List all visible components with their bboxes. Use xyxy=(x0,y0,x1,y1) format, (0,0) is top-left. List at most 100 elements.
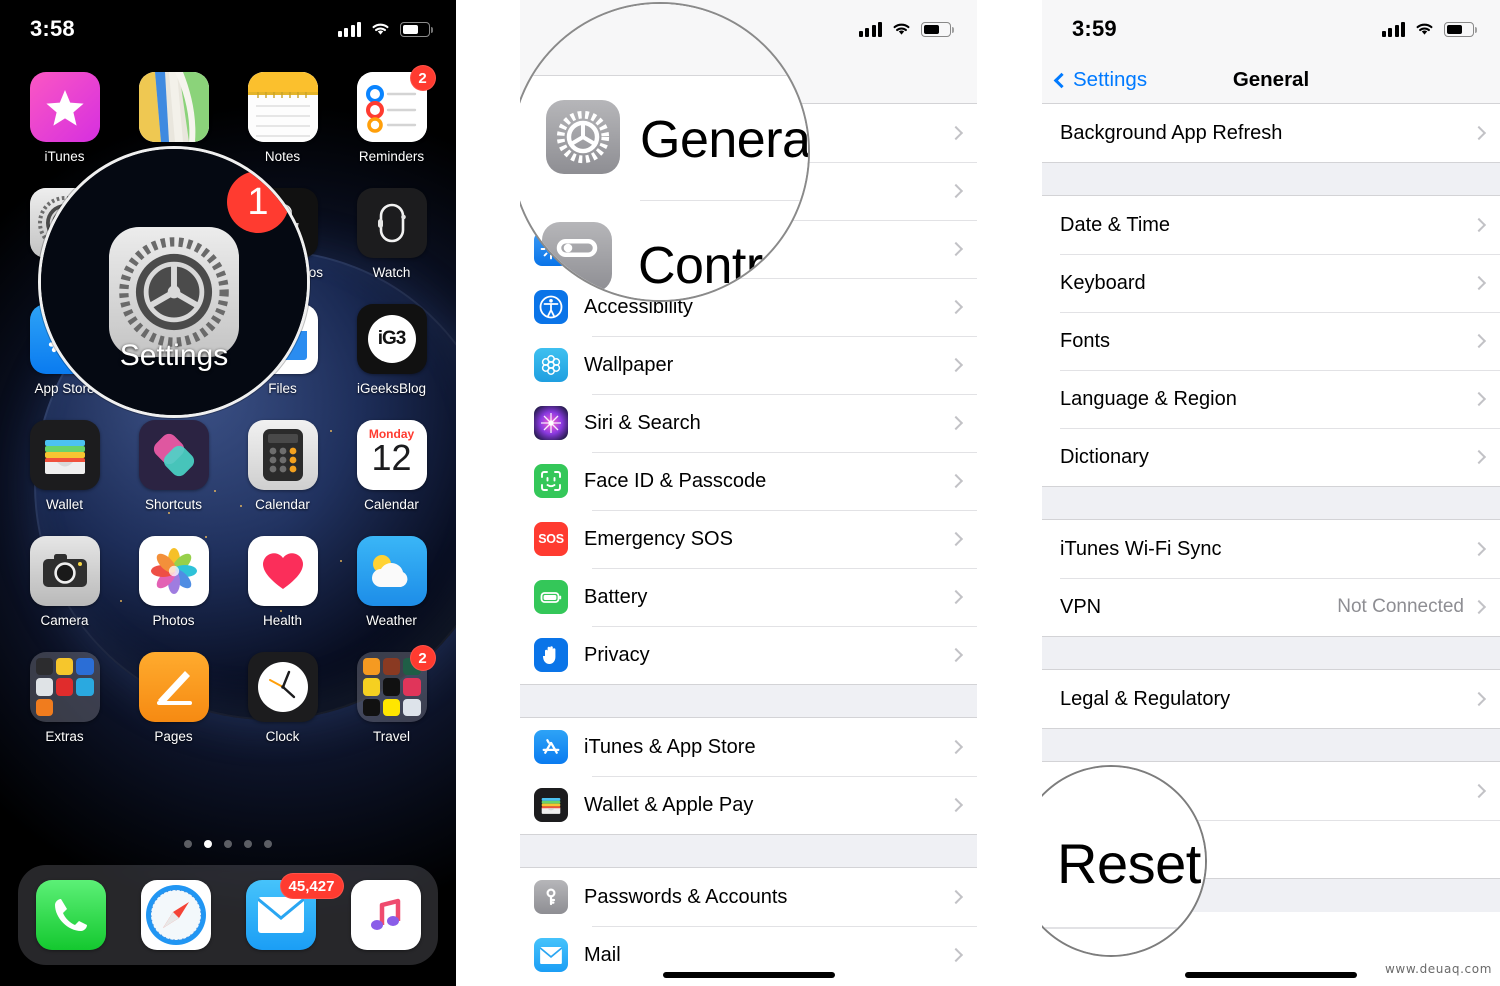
app-icon-reminders[interactable]: 2 Reminders xyxy=(337,65,446,164)
magnifier-row-label-2: Control Center xyxy=(638,237,803,300)
photos-icon xyxy=(138,536,209,606)
general-navbar: 3:59 Settings General xyxy=(1042,0,1500,104)
app-icon-photos[interactable]: Photos xyxy=(119,536,228,628)
status-time: 3:58 xyxy=(30,16,75,41)
app-icon-health[interactable]: Health xyxy=(228,536,337,628)
app-icon-wallet[interactable]: Wallet xyxy=(10,420,119,512)
general-row-date-time[interactable]: Date & Time xyxy=(1042,196,1500,254)
row-label: VPN xyxy=(1060,595,1102,618)
settings-gear-icon xyxy=(119,237,229,347)
row-label: Background App Refresh xyxy=(1060,121,1283,144)
chevron-right-icon xyxy=(1471,125,1487,141)
cellular-bars-icon xyxy=(858,21,882,37)
row-label: Dictionary xyxy=(1060,445,1149,468)
settings-row-emergency-sos[interactable]: SOS Emergency SOS xyxy=(520,510,977,568)
app-folder-extras[interactable]: Extras xyxy=(10,652,119,744)
music-icon[interactable] xyxy=(350,880,421,950)
safari-icon[interactable] xyxy=(140,880,211,950)
general-row-itunes-wifi-sync[interactable]: iTunes Wi-Fi Sync xyxy=(1042,520,1500,578)
app-icon-calculator[interactable]: Calendar xyxy=(228,420,337,512)
settings-row-battery[interactable]: Battery xyxy=(520,568,977,626)
page-indicator-dots[interactable] xyxy=(0,840,456,848)
calendar-day: 12 xyxy=(371,437,412,478)
magnifier-settings-app: 1 Settings xyxy=(38,146,310,418)
chevron-right-icon xyxy=(948,299,964,315)
general-row-language-region[interactable]: Language & Region xyxy=(1042,370,1500,428)
privacy-hand-icon xyxy=(534,638,568,672)
group-separator xyxy=(1042,486,1500,520)
group-separator xyxy=(520,684,977,718)
app-icon-clock[interactable]: Clock xyxy=(228,652,337,744)
app-icon-camera[interactable]: Camera xyxy=(10,536,119,628)
general-row-legal-regulatory[interactable]: Legal & Regulatory xyxy=(1042,670,1500,728)
general-row-background-app-refresh[interactable]: Background App Refresh xyxy=(1042,104,1500,162)
chevron-right-icon xyxy=(948,647,964,663)
app-icon-calendar[interactable]: Monday 12 Calendar xyxy=(337,420,446,512)
general-row-fonts[interactable]: Fonts xyxy=(1042,312,1500,370)
three-panel-tutorial-screenshot: 3:58 iTunes xyxy=(0,0,1500,986)
magnifier-badge: 1 xyxy=(227,171,289,233)
app-label: Pages xyxy=(154,729,193,744)
general-row-keyboard[interactable]: Keyboard xyxy=(1042,254,1500,312)
battery-icon xyxy=(921,21,954,37)
app-icon-igeeksblog[interactable]: iG3 iGeeksBlog xyxy=(337,304,446,396)
chevron-right-icon xyxy=(948,473,964,489)
chevron-right-icon xyxy=(948,415,964,431)
wifi-icon xyxy=(1416,23,1433,35)
phone-icon[interactable] xyxy=(35,880,106,950)
settings-row-passwords-accounts[interactable]: Passwords & Accounts xyxy=(520,868,977,926)
home-indicator[interactable] xyxy=(1185,972,1357,978)
row-label: Battery xyxy=(584,585,648,608)
settings-row-itunes-app-store[interactable]: iTunes & App Store xyxy=(520,718,977,776)
app-icon-weather[interactable]: Weather xyxy=(337,536,446,628)
app-icon-shortcuts[interactable]: Shortcuts xyxy=(119,420,228,512)
travel-folder-icon: 2 xyxy=(356,645,436,722)
app-label: Calendar xyxy=(364,497,419,512)
panel-general-settings: 3:59 Settings General Background App Ref… xyxy=(1042,0,1500,986)
app-icon-pages[interactable]: Pages xyxy=(119,652,228,744)
chevron-right-icon xyxy=(948,947,964,963)
app-label: Reminders xyxy=(358,149,425,164)
mail-icon xyxy=(534,938,568,972)
emergency-sos-icon: SOS xyxy=(534,522,568,556)
app-store-icon xyxy=(534,730,568,764)
status-indicators xyxy=(1381,21,1477,37)
row-label: Date & Time xyxy=(1060,213,1171,236)
camera-icon xyxy=(29,536,100,606)
row-label: iTunes & App Store xyxy=(584,735,756,758)
row-label: Emergency SOS xyxy=(584,527,733,550)
general-row-vpn[interactable]: VPN Not Connected xyxy=(1042,578,1500,636)
chevron-right-icon xyxy=(1471,599,1487,615)
row-label: Siri & Search xyxy=(584,411,701,434)
row-label: Fonts xyxy=(1060,329,1111,352)
settings-row-face-id-passcode[interactable]: Face ID & Passcode xyxy=(520,452,977,510)
app-label: Shortcuts xyxy=(144,497,203,512)
app-icon-watch[interactable]: Watch xyxy=(337,188,446,280)
app-label: Extras xyxy=(45,729,84,744)
group-separator xyxy=(1042,636,1500,670)
chevron-right-icon xyxy=(1471,333,1487,349)
mail-icon[interactable]: 45,427 xyxy=(245,873,344,950)
row-label: Language & Region xyxy=(1060,387,1237,410)
settings-row-siri-search[interactable]: Siri & Search xyxy=(520,394,977,452)
magnifier-reset-row: Reset xyxy=(1042,765,1207,957)
settings-row-privacy[interactable]: Privacy xyxy=(520,626,977,684)
health-heart-icon xyxy=(247,536,318,606)
settings-row-wallpaper[interactable]: Wallpaper xyxy=(520,336,977,394)
status-bar-general: 3:59 xyxy=(1042,0,1500,58)
home-indicator[interactable] xyxy=(662,972,835,978)
passwords-key-icon xyxy=(534,880,568,914)
chevron-right-icon xyxy=(948,241,964,257)
row-label: Wallpaper xyxy=(584,353,674,376)
igeeksblog-icon: iG3 xyxy=(356,304,427,374)
face-id-icon xyxy=(534,464,568,498)
app-folder-travel[interactable]: 2 Travel xyxy=(337,645,446,744)
group-separator xyxy=(1042,728,1500,762)
general-row-dictionary[interactable]: Dictionary xyxy=(1042,428,1500,486)
app-label: Travel xyxy=(372,729,410,744)
chevron-right-icon xyxy=(1471,691,1487,707)
wifi-icon xyxy=(893,23,910,35)
itunes-store-icon xyxy=(29,72,100,142)
settings-row-wallet-apple-pay[interactable]: Wallet & Apple Pay xyxy=(520,776,977,834)
chevron-right-icon xyxy=(948,531,964,547)
